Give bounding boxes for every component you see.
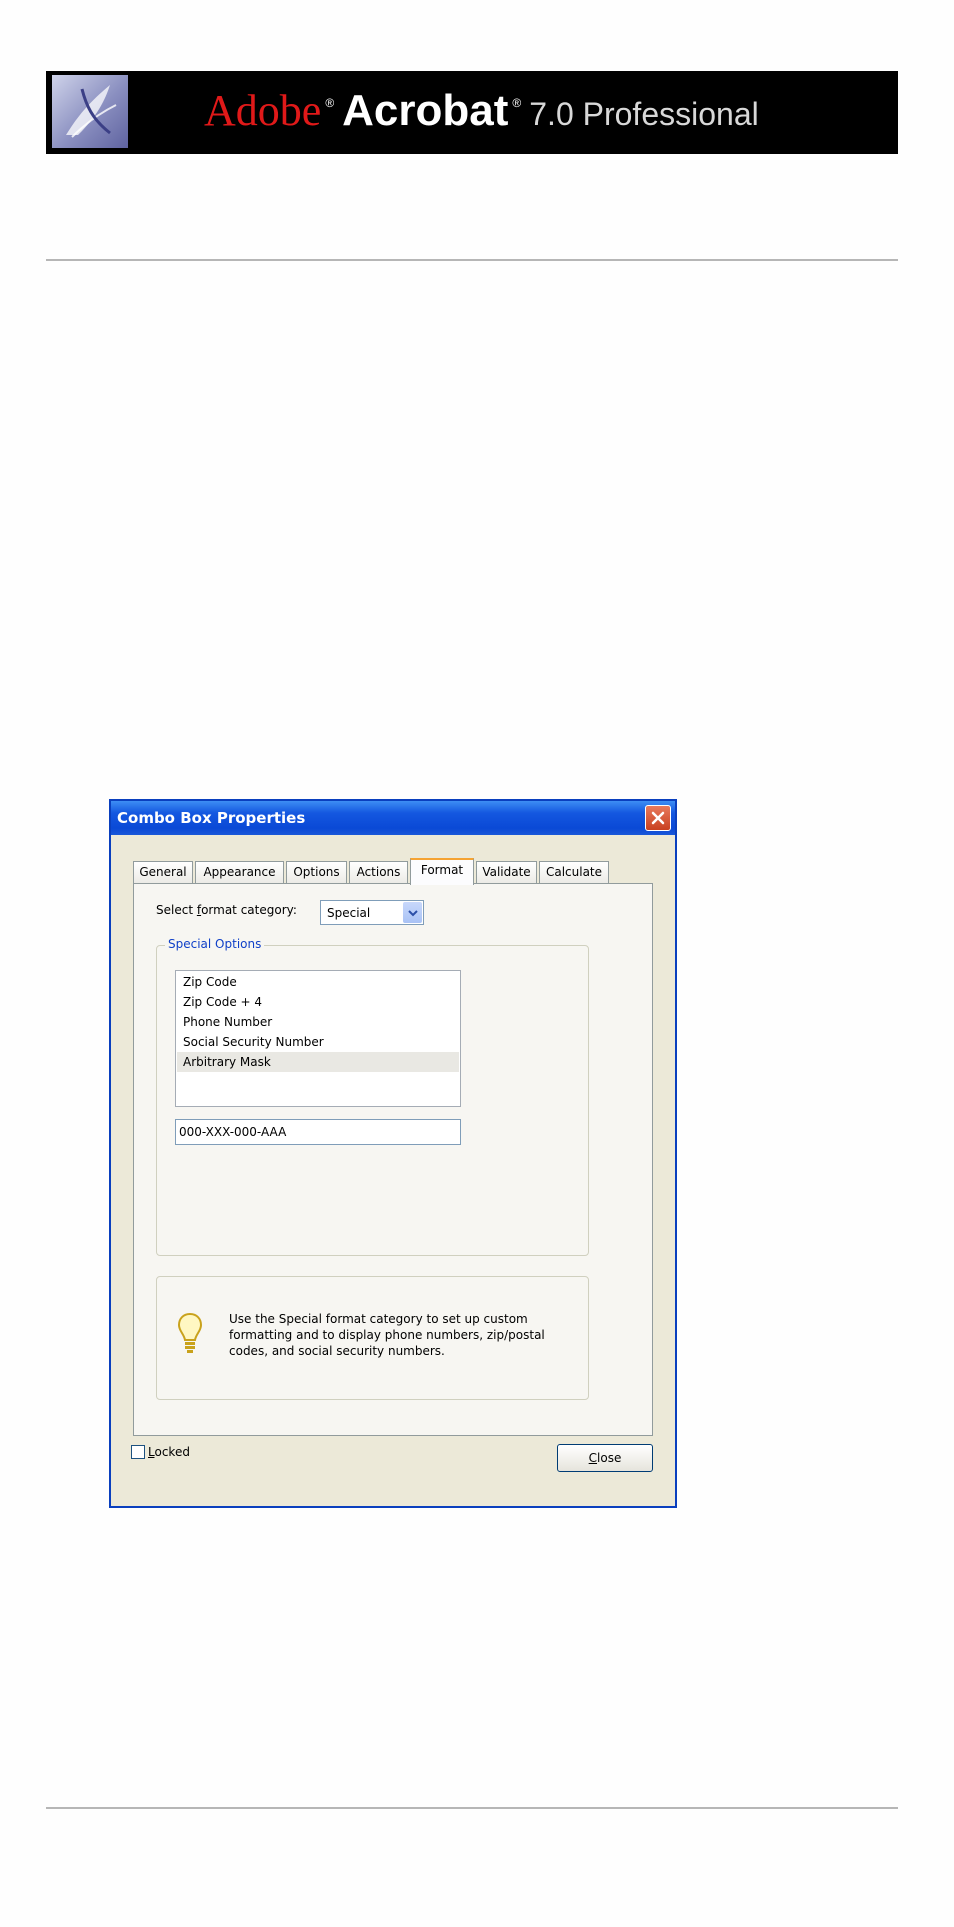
close-button[interactable]: Close [557,1444,653,1472]
tab-label: Options [293,865,340,879]
acrobat-feather-logo-icon [52,75,128,148]
format-category-label: Select format category: [156,903,297,917]
tab-calculate[interactable]: Calculate [539,861,609,883]
brand-product: Acrobat [342,86,509,135]
tab-format[interactable]: Format [410,858,474,885]
tab-label: Format [420,863,464,877]
lightbulb-icon [177,1312,203,1356]
banner-title: Adobe ® Acrobat ® 7.0 Professional [204,85,759,141]
tab-appearance[interactable]: Appearance [195,861,284,883]
brand-adobe: Adobe [204,86,322,135]
locked-checkbox-row[interactable]: Locked [131,1445,190,1459]
special-options-list[interactable]: Zip Code Zip Code + 4 Phone Number Socia… [175,970,461,1107]
list-item-arbitrary-mask[interactable]: Arbitrary Mask [177,1052,459,1072]
brand-edition: 7.0 Professional [529,96,759,132]
format-category-select[interactable]: Special [320,900,424,925]
combo-box-properties-dialog: Combo Box Properties General Appearance … [109,799,677,1508]
chevron-down-icon[interactable] [403,902,422,923]
list-item-zip-code-4[interactable]: Zip Code + 4 [177,992,459,1012]
tab-label: Actions [356,865,401,879]
tab-label: Validate [482,865,531,879]
acrobat-banner: Adobe ® Acrobat ® 7.0 Professional [46,71,898,154]
close-x-icon[interactable] [645,805,671,831]
bottom-divider [46,1807,898,1809]
special-options-legend: Special Options [165,937,265,951]
tab-general[interactable]: General [133,861,193,883]
top-divider [46,259,898,261]
dialog-titlebar[interactable]: Combo Box Properties [111,801,675,835]
locked-label[interactable]: Locked [148,1445,190,1459]
list-item-ssn[interactable]: Social Security Number [177,1032,459,1052]
format-category-value: Special [327,906,371,920]
dialog-title: Combo Box Properties [117,809,306,827]
tab-options[interactable]: Options [286,861,347,883]
tab-actions[interactable]: Actions [349,861,408,883]
tab-label: General [139,865,187,879]
registered-mark-2: ® [512,96,522,110]
locked-checkbox[interactable] [131,1445,145,1459]
tab-validate[interactable]: Validate [476,861,537,883]
tab-label: Appearance [203,865,276,879]
list-item-zip-code[interactable]: Zip Code [177,972,459,992]
list-item-phone-number[interactable]: Phone Number [177,1012,459,1032]
arbitrary-mask-input[interactable]: 000-XXX-000-AAA [175,1119,461,1145]
registered-mark: ® [325,96,335,110]
tip-text: Use the Special format category to set u… [229,1312,545,1358]
tab-label: Calculate [545,865,603,879]
